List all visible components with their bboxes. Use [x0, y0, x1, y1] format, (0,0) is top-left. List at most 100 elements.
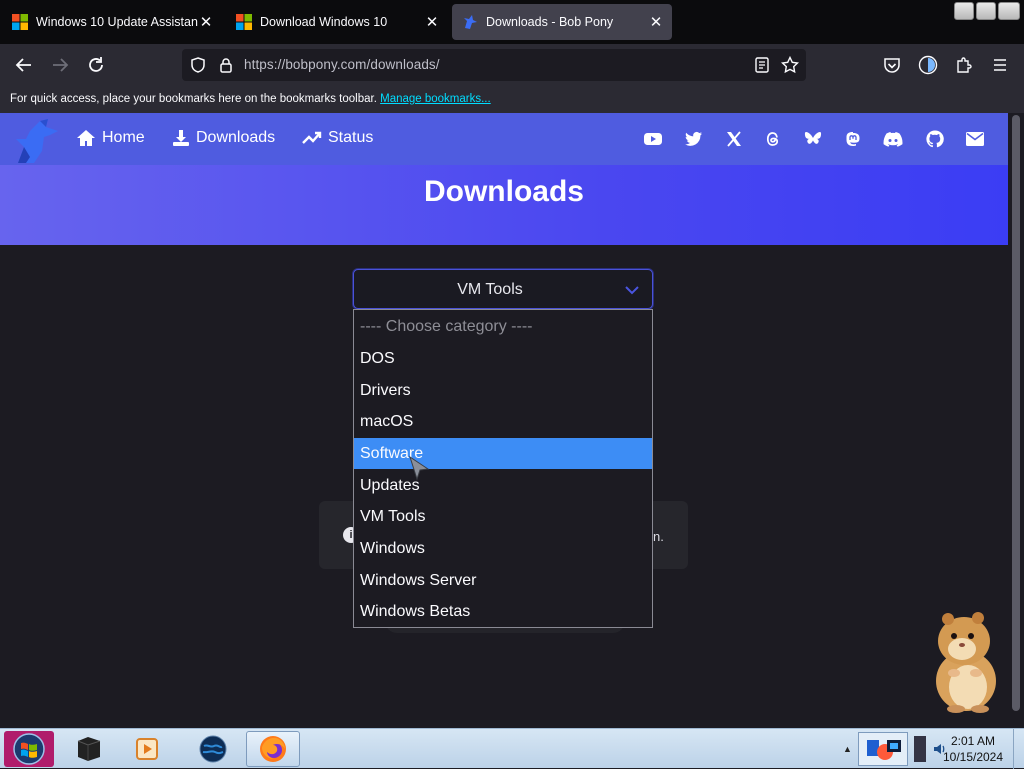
dropdown-option[interactable]: Windows: [354, 533, 652, 564]
terminal-icon: [77, 737, 101, 761]
show-desktop-button[interactable]: [1013, 729, 1024, 769]
category-select[interactable]: VM Tools: [353, 269, 653, 309]
web-page: Home Downloads Status Downloads i n. VM …: [0, 113, 1008, 728]
discord-link[interactable]: [883, 129, 903, 149]
dropdown-option[interactable]: Windows Betas: [354, 596, 652, 627]
close-tab-icon[interactable]: ✕: [198, 14, 214, 31]
email-link[interactable]: [965, 129, 985, 149]
security-icon: [866, 740, 901, 760]
dropdown-option[interactable]: VM Tools: [354, 501, 652, 532]
taskbar-media-player[interactable]: [122, 731, 172, 767]
bluesky-icon: [804, 132, 822, 144]
dropdown-option[interactable]: Windows Server: [354, 565, 652, 596]
mastodon-link[interactable]: [843, 129, 863, 149]
page-header: Downloads: [0, 165, 1008, 245]
url-domain: https://bobpony.com: [244, 57, 367, 72]
start-button[interactable]: [4, 731, 54, 767]
x-link[interactable]: [724, 129, 744, 149]
close-tab-icon[interactable]: ✕: [648, 14, 664, 31]
windows-logo-icon: [12, 14, 28, 30]
info-card-text: n.: [653, 529, 664, 544]
scrollbar-thumb[interactable]: [1012, 115, 1020, 711]
tab-strip: Windows 10 Update Assistant - ✕ Download…: [0, 0, 1024, 44]
address-bar[interactable]: https://bobpony.com/downloads/: [182, 49, 806, 81]
nav-downloads-link[interactable]: Downloads: [172, 129, 275, 147]
dropdown-option[interactable]: Drivers: [354, 375, 652, 406]
window-controls: [954, 2, 1020, 20]
chevron-down-icon: [625, 286, 639, 295]
url-path: /downloads/: [366, 57, 440, 72]
maximize-button[interactable]: [976, 2, 996, 20]
network-icon[interactable]: [913, 736, 926, 762]
threads-link[interactable]: [763, 129, 783, 149]
twitter-icon: [685, 131, 702, 146]
tab-download-windows[interactable]: Download Windows 10 ✕: [226, 4, 448, 40]
taskbar-globe[interactable]: [188, 731, 238, 767]
extensions-button[interactable]: [952, 53, 976, 77]
taskbar-terminal[interactable]: [64, 731, 114, 767]
system-tray: ▲: [843, 729, 946, 769]
arrow-left-icon: [15, 58, 31, 72]
twitter-link[interactable]: [684, 129, 704, 149]
clock-time: 2:01 AM: [950, 734, 996, 748]
lock-icon[interactable]: [218, 57, 234, 73]
site-navbar: Home Downloads Status: [0, 113, 1008, 165]
star-icon[interactable]: [781, 56, 799, 74]
firefox-icon: [260, 736, 286, 762]
nav-status-link[interactable]: Status: [302, 129, 373, 147]
nav-downloads-label: Downloads: [196, 129, 276, 146]
dropdown-option[interactable]: DOS: [354, 343, 652, 374]
close-tab-icon[interactable]: ✕: [424, 14, 440, 31]
account-button[interactable]: [916, 53, 940, 77]
clock-date: 10/15/2024: [942, 750, 1004, 764]
minimize-button[interactable]: [954, 2, 974, 20]
bobpony-logo-icon[interactable]: [12, 117, 64, 165]
nav-home-link[interactable]: Home: [76, 129, 145, 147]
tab-downloads-bobpony[interactable]: Downloads - Bob Pony ✕: [452, 4, 672, 40]
manage-bookmarks-link[interactable]: Manage bookmarks...: [380, 93, 491, 105]
pocket-button[interactable]: [880, 53, 904, 77]
tab-title: Windows 10 Update Assistant -: [36, 15, 198, 29]
mouse-cursor-icon: [409, 455, 430, 481]
system-clock[interactable]: 2:01 AM 10/15/2024: [938, 733, 1008, 765]
home-icon: [77, 130, 95, 146]
close-window-button[interactable]: [998, 2, 1020, 20]
mail-icon: [966, 132, 984, 146]
tray-expand-icon[interactable]: ▲: [843, 744, 852, 754]
bluesky-link[interactable]: [803, 129, 823, 149]
github-link[interactable]: [925, 129, 945, 149]
dropdown-option[interactable]: macOS: [354, 406, 652, 437]
page-scrollbar[interactable]: [1008, 113, 1024, 728]
youtube-icon: [644, 133, 662, 145]
windows-logo-icon: [236, 14, 252, 30]
reader-view-icon[interactable]: [754, 57, 770, 73]
bookmarks-toolbar: For quick access, place your bookmarks h…: [0, 86, 1024, 113]
mastodon-icon: [846, 132, 860, 146]
youtube-link[interactable]: [643, 129, 663, 149]
trending-up-icon: [302, 131, 322, 144]
globe-icon: [199, 735, 227, 763]
bobpony-logo-icon: [464, 15, 477, 29]
shield-icon[interactable]: [190, 57, 206, 73]
arrow-right-icon: [53, 58, 69, 72]
tab-title: Download Windows 10: [260, 15, 388, 29]
navigation-toolbar: https://bobpony.com/downloads/: [0, 44, 1024, 86]
forward-button[interactable]: [48, 53, 72, 77]
url-text[interactable]: https://bobpony.com/downloads/: [244, 57, 440, 72]
dropdown-option-placeholder[interactable]: ---- Choose category ----: [354, 311, 652, 342]
menu-button[interactable]: [988, 53, 1012, 77]
taskbar-firefox[interactable]: [246, 731, 300, 767]
nav-status-label: Status: [328, 129, 374, 146]
dropdown-option-highlighted[interactable]: Software: [354, 438, 652, 469]
bookmarks-message: For quick access, place your bookmarks h…: [10, 93, 377, 105]
tab-update-assistant[interactable]: Windows 10 Update Assistant - ✕: [2, 4, 222, 40]
reload-button[interactable]: [84, 53, 108, 77]
back-button[interactable]: [12, 53, 36, 77]
nav-home-label: Home: [102, 129, 145, 146]
media-player-icon: [136, 738, 158, 760]
hamster-mascot-icon: [936, 612, 996, 713]
tray-app-icon[interactable]: [857, 732, 908, 766]
threads-icon: [766, 132, 779, 146]
discord-icon: [883, 132, 903, 147]
dropdown-option[interactable]: Updates: [354, 470, 652, 501]
